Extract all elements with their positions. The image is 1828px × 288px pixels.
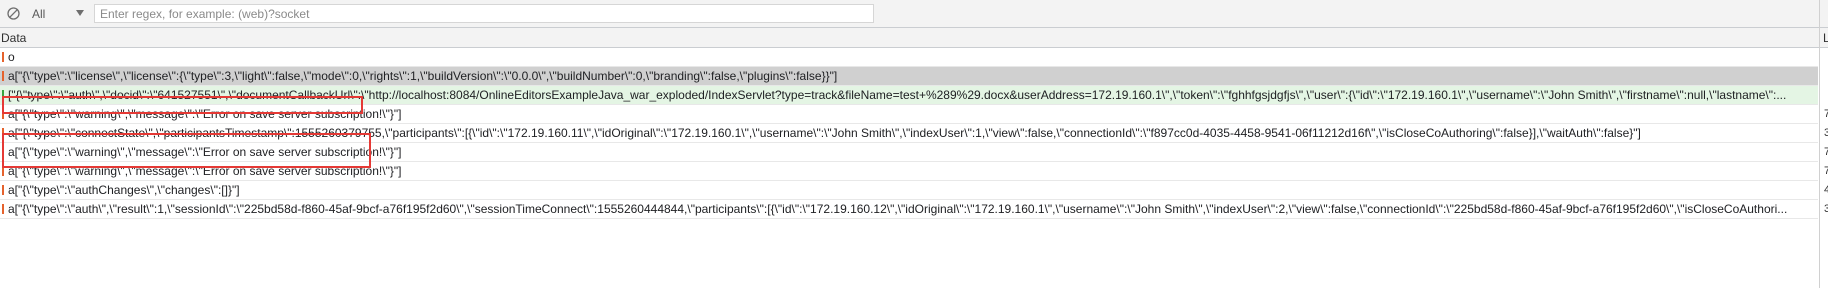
highlight-box-warning-2: [2, 133, 371, 168]
message-row[interactable]: a["{\"type\":\"auth\",\"result\":1,\"ses…: [0, 200, 1818, 219]
received-arrow-icon: [2, 52, 4, 62]
message-length: 4: [1824, 184, 1828, 196]
message-length: 3: [1824, 127, 1828, 139]
received-arrow-icon: [2, 185, 4, 195]
filter-type-select[interactable]: All: [32, 7, 45, 21]
filter-toolbar: All: [0, 0, 1828, 28]
message-length: 7: [1824, 165, 1828, 177]
message-length: [1824, 48, 1828, 67]
caret-down-icon[interactable]: [75, 9, 85, 17]
message-length: [1824, 86, 1828, 105]
message-row[interactable]: a["{\"type\":\"license\",\"license\":{\"…: [0, 67, 1818, 86]
received-arrow-icon: [2, 71, 4, 81]
message-length: 3: [1824, 203, 1828, 215]
message-length: [1824, 67, 1828, 86]
grid-header: Data: [0, 28, 1828, 48]
message-data: a["{\"type\":\"license\",\"license\":{\"…: [8, 69, 838, 83]
received-arrow-icon: [2, 204, 4, 214]
clear-icon[interactable]: [6, 6, 21, 21]
regex-filter-input[interactable]: [94, 4, 874, 23]
message-row[interactable]: o: [0, 48, 1818, 67]
highlight-box-warning-1: [2, 96, 363, 114]
column-divider[interactable]: [1819, 0, 1820, 288]
message-data: a["{\"type\":\"auth\",\"result\":1,\"ses…: [8, 202, 1788, 216]
message-data: o: [8, 50, 15, 64]
message-length: 7: [1824, 146, 1828, 158]
message-row[interactable]: a["{\"type\":\"authChanges\",\"changes\"…: [0, 181, 1818, 200]
column-header-data[interactable]: Data: [1, 31, 26, 45]
message-length: 7: [1824, 108, 1828, 120]
message-data: a["{\"type\":\"authChanges\",\"changes\"…: [8, 183, 240, 197]
column-header-length[interactable]: L: [1823, 31, 1828, 45]
